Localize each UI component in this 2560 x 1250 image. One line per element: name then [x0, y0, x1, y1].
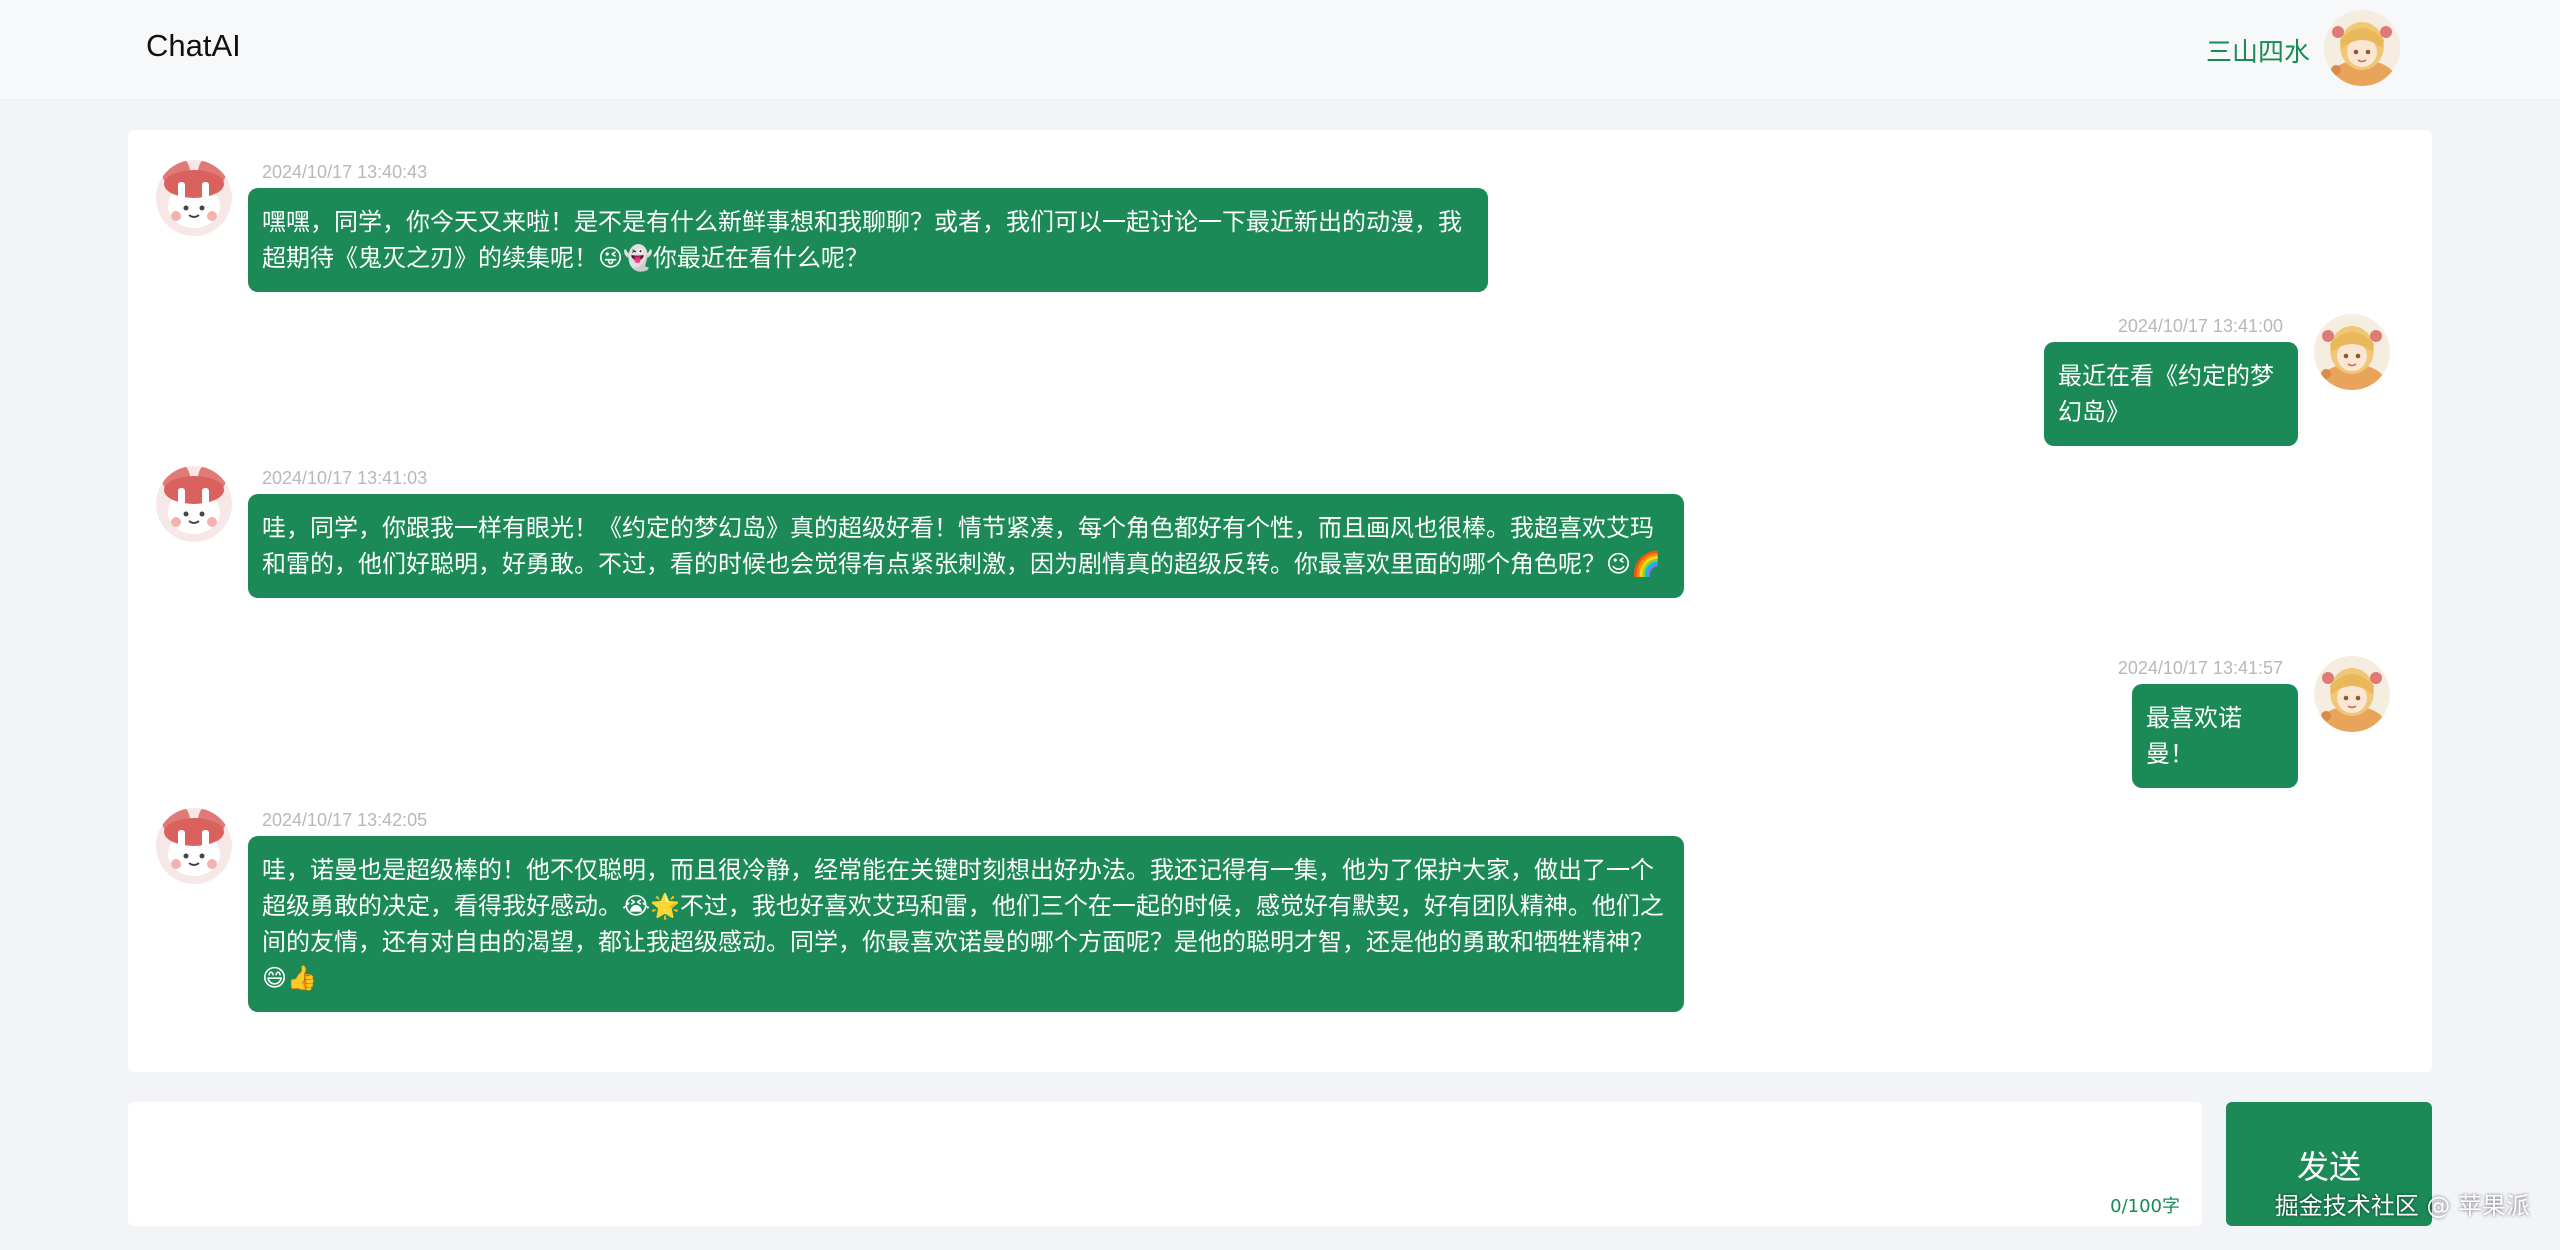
message-timestamp: 2024/10/17 13:40:43	[262, 162, 428, 182]
bot-avatar-icon	[156, 160, 232, 236]
bot-message-bubble: 哇，同学，你跟我一样有眼光！《约定的梦幻岛》真的超级好看！情节紧凑，每个角色都好…	[248, 494, 1684, 598]
user-avatar-icon	[2314, 314, 2390, 390]
message-timestamp: 2024/10/17 13:42:05	[262, 810, 428, 830]
message-input-container: 0/100字	[128, 1102, 2202, 1226]
bot-message-bubble: 嘿嘿，同学，你今天又来啦！是不是有什么新鲜事想和我聊聊？或者，我们可以一起讨论一…	[248, 188, 1488, 292]
bot-message-bubble: 哇，诺曼也是超级棒的！他不仅聪明，而且很冷静，经常能在关键时刻想出好办法。我还记…	[248, 836, 1684, 1012]
user-name[interactable]: 三山四水	[2206, 32, 2310, 69]
message-input[interactable]	[128, 1102, 2202, 1226]
message-timestamp: 2024/10/17 13:41:03	[262, 468, 428, 488]
watermark: 掘金技术社区 @ 苹果派	[2274, 1192, 2530, 1220]
app-header: ChatAI 三山四水	[0, 0, 2560, 100]
app-title: ChatAI	[146, 28, 241, 63]
bot-avatar-icon	[156, 808, 232, 884]
user-message-bubble: 最喜欢诺曼！	[2132, 684, 2298, 788]
user-message-bubble: 最近在看《约定的梦幻岛》	[2044, 342, 2298, 446]
user-avatar-icon	[2314, 656, 2390, 732]
char-count: 0/100字	[2110, 1196, 2180, 1217]
bot-avatar-icon	[156, 466, 232, 542]
user-avatar-icon[interactable]	[2324, 10, 2400, 86]
message-timestamp: 2024/10/17 13:41:00	[2117, 316, 2283, 336]
message-timestamp: 2024/10/17 13:41:57	[2117, 658, 2283, 678]
